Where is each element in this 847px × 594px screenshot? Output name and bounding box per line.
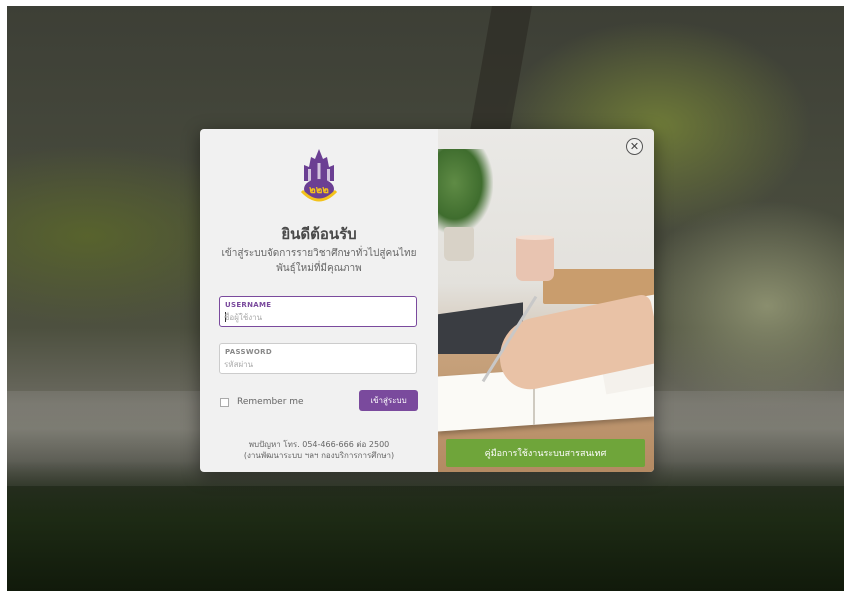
- login-button[interactable]: เข้าสู่ระบบ: [359, 390, 418, 411]
- password-input[interactable]: [224, 358, 410, 371]
- welcome-subtitle: เข้าสู่ระบบจัดการรายวิชาศึกษาทั่วไปสู่คน…: [214, 246, 424, 276]
- svg-text:๒๒๒: ๒๒๒: [309, 185, 329, 196]
- welcome-title: ยินดีต้อนรับ: [281, 225, 357, 243]
- background-grass: [7, 461, 844, 591]
- contact-department: (งานพัฒนาระบบ ฯลฯ กองบริการการศึกษา): [243, 451, 395, 460]
- username-input[interactable]: [224, 311, 410, 324]
- user-manual-button[interactable]: คู่มือการใช้งานระบบสารสนเทศ: [446, 439, 645, 467]
- plant-pot: [444, 227, 474, 261]
- password-label: PASSWORD: [225, 348, 272, 356]
- coffee-cup: [516, 237, 554, 281]
- password-field[interactable]: PASSWORD: [219, 343, 417, 374]
- university-logo: ๒๒๒: [300, 149, 338, 202]
- plant-leaves: [438, 149, 493, 234]
- remember-me-checkbox[interactable]: [220, 397, 229, 407]
- remember-me-label: Remember me: [237, 397, 304, 407]
- subtitle-line-1: เข้าสู่ระบบจัดการรายวิชาศึกษาทั่วไปสู่คน…: [221, 248, 417, 259]
- contact-info: พบปัญหา โทร. 054-466-666 ต่อ 2500 (งานพั…: [200, 439, 438, 461]
- contact-phone: พบปัญหา โทร. 054-466-666 ต่อ 2500: [248, 440, 390, 449]
- username-label: USERNAME: [225, 301, 272, 309]
- login-panel: ๒๒๒ ยินดีต้อนรับ เข้าสู่ระบบจัดการรายวิช…: [200, 129, 438, 472]
- login-modal: ๒๒๒ ยินดีต้อนรับ เข้าสู่ระบบจัดการรายวิช…: [200, 129, 654, 472]
- username-field[interactable]: USERNAME: [219, 296, 417, 327]
- hero-image-panel: ✕ คู่มือการใช้งานระบบสารสนเทศ: [438, 129, 654, 472]
- close-icon[interactable]: ✕: [626, 138, 643, 155]
- remember-me[interactable]: Remember me: [220, 395, 304, 409]
- coffee-cup-rim: [516, 235, 554, 240]
- subtitle-line-2: พันธุ์ใหม่ที่มีคุณภาพ: [276, 263, 362, 274]
